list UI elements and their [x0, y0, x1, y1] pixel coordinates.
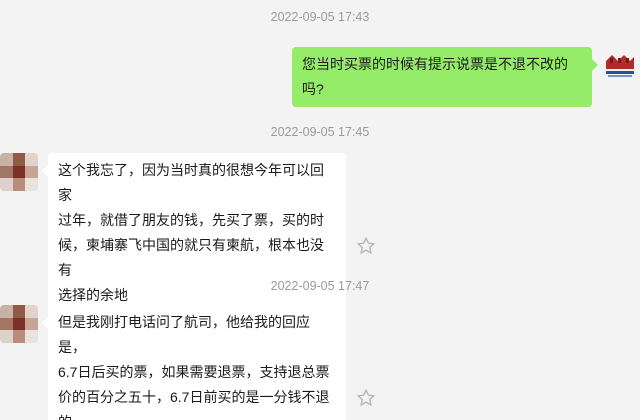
message-text-line: 候，柬埔寨飞中国的就只有柬航，根本也没有 [58, 237, 324, 278]
message-timestamp: 2022-09-05 17:45 [270, 125, 370, 139]
message-text-line: 但是我刚打电话问了航司，他给我的回应是， [58, 314, 310, 355]
incoming-message-bubble[interactable]: 但是我刚打电话问了航司，他给我的回应是， 6.7日后买的票，如果需要退票，支持退… [42, 305, 346, 420]
avatar-image-icon [601, 47, 639, 85]
message-text-line: 的 [58, 410, 336, 420]
outgoing-message-bubble[interactable]: 您当时买票的时候有提示说票是不退不改的 吗? [292, 47, 598, 107]
message-timestamp: 2022-09-05 17:43 [270, 10, 370, 24]
message-text-line: 6.7日后买的票，如果需要退票，支持退总票 [58, 364, 330, 380]
user-avatar[interactable] [601, 47, 639, 85]
message-text-line: 过年，就借了朋友的钱，先买了票，买的时 [58, 212, 324, 228]
chat-window: 2022-09-05 17:43 您当时买票的时候有提示说票是不退不改的 吗? … [0, 0, 640, 420]
message-text-line: 这个我忘了，因为当时真的很想今年可以回家 [58, 162, 324, 203]
contact-avatar[interactable] [0, 153, 38, 191]
message-text-line: 您当时买票的时候有提示说票是不退不改的 [302, 56, 568, 72]
star-outline-icon[interactable] [356, 236, 376, 256]
message-text-line: 吗? [302, 81, 324, 97]
message-timestamp: 2022-09-05 17:47 [270, 279, 370, 293]
star-outline-icon[interactable] [356, 388, 376, 408]
contact-avatar[interactable] [0, 305, 38, 343]
message-text-line: 价的百分之五十，6.7日前买的是一分钱不退 [58, 389, 330, 405]
